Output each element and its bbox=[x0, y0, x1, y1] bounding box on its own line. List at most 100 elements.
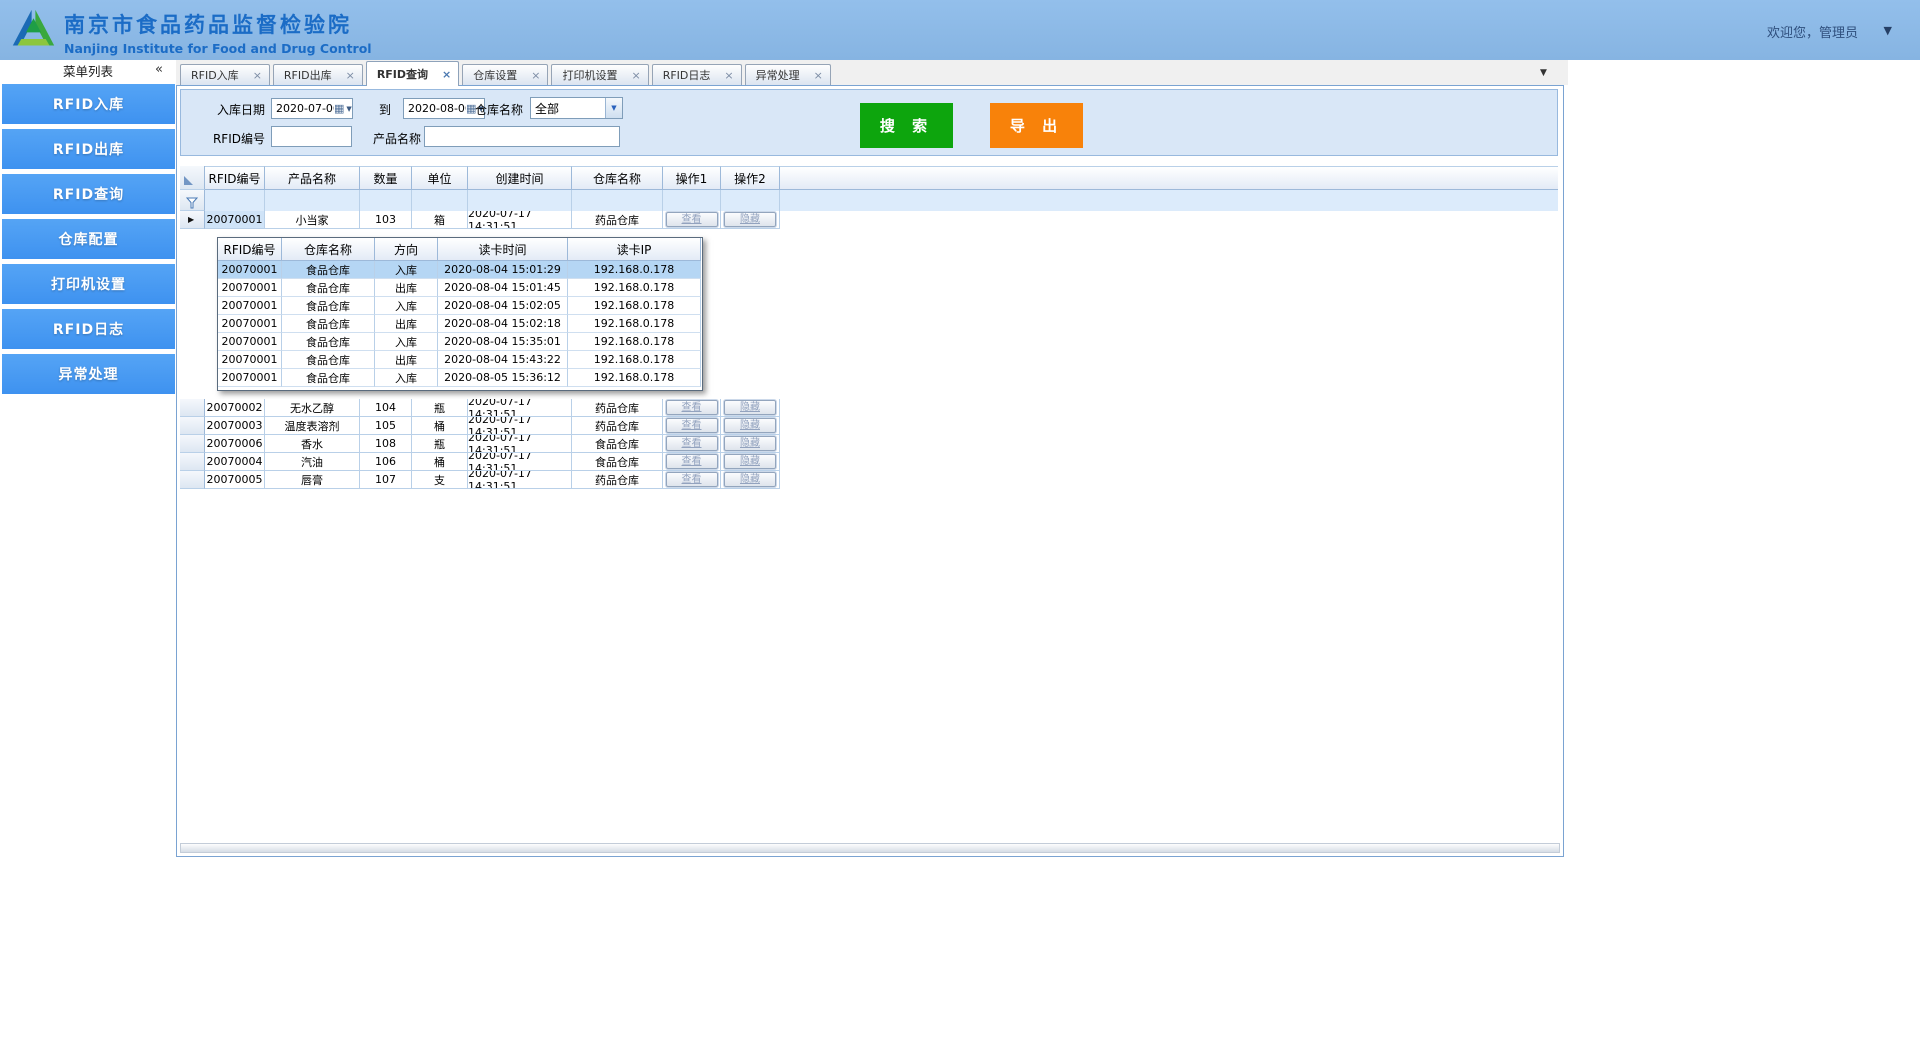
tab-close-icon[interactable]: × bbox=[531, 69, 540, 82]
detail-row[interactable]: 20070001食品仓库出库2020-08-04 15:02:18192.168… bbox=[218, 315, 702, 333]
column-header-2[interactable]: 数量 bbox=[360, 166, 412, 190]
sidebar-item-1[interactable]: RFID出库 bbox=[2, 129, 175, 169]
table-row[interactable]: 20070004汽油106桶2020-07-17 14:31:51食品仓库查看隐… bbox=[180, 453, 1558, 471]
view-button[interactable]: 查看 bbox=[666, 418, 718, 433]
sidebar-item-3[interactable]: 仓库配置 bbox=[2, 219, 175, 259]
sidebar-collapse-icon[interactable]: « bbox=[155, 62, 163, 77]
detail-row[interactable]: 20070001食品仓库入库2020-08-04 15:02:05192.168… bbox=[218, 297, 702, 315]
rfid-label: RFID编号 bbox=[205, 130, 265, 147]
column-header-1[interactable]: 产品名称 bbox=[265, 166, 360, 190]
hide-button[interactable]: 隐藏 bbox=[724, 400, 776, 415]
table-row[interactable]: ▶20070001小当家103箱2020-07-17 14:31:51药品仓库查… bbox=[180, 211, 1558, 229]
filter-cell-3[interactable] bbox=[412, 190, 468, 211]
tab-1[interactable]: RFID出库× bbox=[273, 64, 363, 85]
detail-cell: 入库 bbox=[375, 333, 438, 351]
tab-2[interactable]: RFID查询× bbox=[366, 61, 459, 86]
filter-gutter[interactable] bbox=[180, 190, 205, 211]
column-header-7[interactable]: 操作2 bbox=[721, 166, 780, 190]
tab-overflow-caret-icon[interactable]: ▼ bbox=[1540, 68, 1906, 78]
column-header-0[interactable]: RFID编号 bbox=[205, 166, 265, 190]
detail-cell: 20070001 bbox=[218, 333, 282, 351]
detail-column-header-1[interactable]: 仓库名称 bbox=[282, 238, 375, 261]
detail-column-header-2[interactable]: 方向 bbox=[375, 238, 438, 261]
row-filler bbox=[780, 471, 1558, 489]
table-row[interactable]: 20070002无水乙醇104瓶2020-07-17 14:31:51药品仓库查… bbox=[180, 399, 1558, 417]
sidebar-item-6[interactable]: 异常处理 bbox=[2, 354, 175, 394]
sidebar-title: 菜单列表 bbox=[63, 61, 113, 80]
row-gutter[interactable] bbox=[180, 453, 205, 471]
horizontal-scrollbar[interactable] bbox=[180, 843, 1560, 853]
view-button[interactable]: 查看 bbox=[666, 454, 718, 469]
detail-cell: 食品仓库 bbox=[282, 351, 375, 369]
row-gutter[interactable] bbox=[180, 399, 205, 417]
filter-cell-4[interactable] bbox=[468, 190, 572, 211]
detail-column-header-3[interactable]: 读卡时间 bbox=[438, 238, 568, 261]
row-gutter[interactable]: ▶ bbox=[180, 211, 205, 229]
row-gutter[interactable] bbox=[180, 471, 205, 489]
warehouse-caret-icon[interactable]: ▼ bbox=[605, 98, 622, 118]
table-row[interactable]: 20070003温度表溶剂105桶2020-07-17 14:31:51药品仓库… bbox=[180, 417, 1558, 435]
filter-cell-2[interactable] bbox=[360, 190, 412, 211]
tab-6[interactable]: 异常处理× bbox=[745, 64, 831, 85]
sidebar-menu: RFID入库 RFID出库 RFID查询仓库配置打印机设置 RFID日志异常处理 bbox=[0, 81, 176, 394]
sidebar-item-0[interactable]: RFID入库 bbox=[2, 84, 175, 124]
cell-创建时间: 2020-07-17 14:31:51 bbox=[468, 471, 572, 489]
tab-4[interactable]: 打印机设置× bbox=[551, 64, 648, 85]
date-from-input[interactable] bbox=[272, 102, 334, 115]
column-header-4[interactable]: 创建时间 bbox=[468, 166, 572, 190]
filter-cell-1[interactable] bbox=[265, 190, 360, 211]
filter-cell-0[interactable] bbox=[205, 190, 265, 211]
cell-单位: 桶 bbox=[412, 417, 468, 435]
hide-button[interactable]: 隐藏 bbox=[724, 418, 776, 433]
detail-row[interactable]: 20070001食品仓库入库2020-08-04 15:01:29192.168… bbox=[218, 261, 702, 279]
hide-button[interactable]: 隐藏 bbox=[724, 454, 776, 469]
filter-cell-7[interactable] bbox=[721, 190, 780, 211]
detail-cell: 2020-08-04 15:01:45 bbox=[438, 279, 568, 297]
product-input[interactable] bbox=[424, 126, 620, 147]
hide-button[interactable]: 隐藏 bbox=[724, 436, 776, 451]
detail-row[interactable]: 20070001食品仓库出库2020-08-04 15:43:22192.168… bbox=[218, 351, 702, 369]
warehouse-select[interactable]: 全部 ▼ bbox=[530, 97, 623, 119]
filter-cell-6[interactable] bbox=[663, 190, 721, 211]
filter-cell-5[interactable] bbox=[572, 190, 663, 211]
hide-button[interactable]: 隐藏 bbox=[724, 472, 776, 487]
sidebar-item-2[interactable]: RFID查询 bbox=[2, 174, 175, 214]
column-header-6[interactable]: 操作1 bbox=[663, 166, 721, 190]
export-button[interactable]: 导 出 bbox=[990, 103, 1083, 148]
tab-close-icon[interactable]: × bbox=[253, 69, 262, 82]
column-header-3[interactable]: 单位 bbox=[412, 166, 468, 190]
table-row[interactable]: 20070005唇膏107支2020-07-17 14:31:51药品仓库查看隐… bbox=[180, 471, 1558, 489]
row-gutter[interactable] bbox=[180, 435, 205, 453]
sidebar: 菜单列表 « RFID入库 RFID出库 RFID查询仓库配置打印机设置 RFID日志… bbox=[0, 60, 176, 1058]
table-row[interactable]: 20070006香水108瓶2020-07-17 14:31:51食品仓库查看隐… bbox=[180, 435, 1558, 453]
user-menu-caret-icon[interactable]: ▼ bbox=[1884, 24, 1892, 37]
detail-column-header-0[interactable]: RFID编号 bbox=[218, 238, 282, 261]
tab-close-icon[interactable]: × bbox=[442, 68, 451, 81]
hide-button[interactable]: 隐藏 bbox=[724, 212, 776, 227]
tab-0[interactable]: RFID入库× bbox=[180, 64, 270, 85]
tab-close-icon[interactable]: × bbox=[814, 69, 823, 82]
rfid-input[interactable] bbox=[271, 126, 352, 147]
view-button[interactable]: 查看 bbox=[666, 436, 718, 451]
row-gutter[interactable] bbox=[180, 417, 205, 435]
tab-3[interactable]: 仓库设置× bbox=[462, 64, 548, 85]
tab-close-icon[interactable]: × bbox=[724, 69, 733, 82]
search-button[interactable]: 搜 索 bbox=[860, 103, 953, 148]
detail-row[interactable]: 20070001食品仓库入库2020-08-04 15:35:01192.168… bbox=[218, 333, 702, 351]
view-button[interactable]: 查看 bbox=[666, 400, 718, 415]
tab-5[interactable]: RFID日志× bbox=[652, 64, 742, 85]
sidebar-item-5[interactable]: RFID日志 bbox=[2, 309, 175, 349]
view-button[interactable]: 查看 bbox=[666, 472, 718, 487]
detail-row[interactable]: 20070001食品仓库入库2020-08-05 15:36:12192.168… bbox=[218, 369, 702, 387]
select-all-corner[interactable] bbox=[180, 166, 205, 190]
cell-仓库名称: 药品仓库 bbox=[572, 417, 663, 435]
detail-column-header-4[interactable]: 读卡IP bbox=[568, 238, 701, 261]
detail-row[interactable]: 20070001食品仓库出库2020-08-04 15:01:45192.168… bbox=[218, 279, 702, 297]
tab-close-icon[interactable]: × bbox=[631, 69, 640, 82]
tab-close-icon[interactable]: × bbox=[346, 69, 355, 82]
detail-cell: 食品仓库 bbox=[282, 369, 375, 387]
column-header-5[interactable]: 仓库名称 bbox=[572, 166, 663, 190]
sidebar-item-4[interactable]: 打印机设置 bbox=[2, 264, 175, 304]
view-button[interactable]: 查看 bbox=[666, 212, 718, 227]
date-to-input[interactable] bbox=[404, 102, 466, 115]
